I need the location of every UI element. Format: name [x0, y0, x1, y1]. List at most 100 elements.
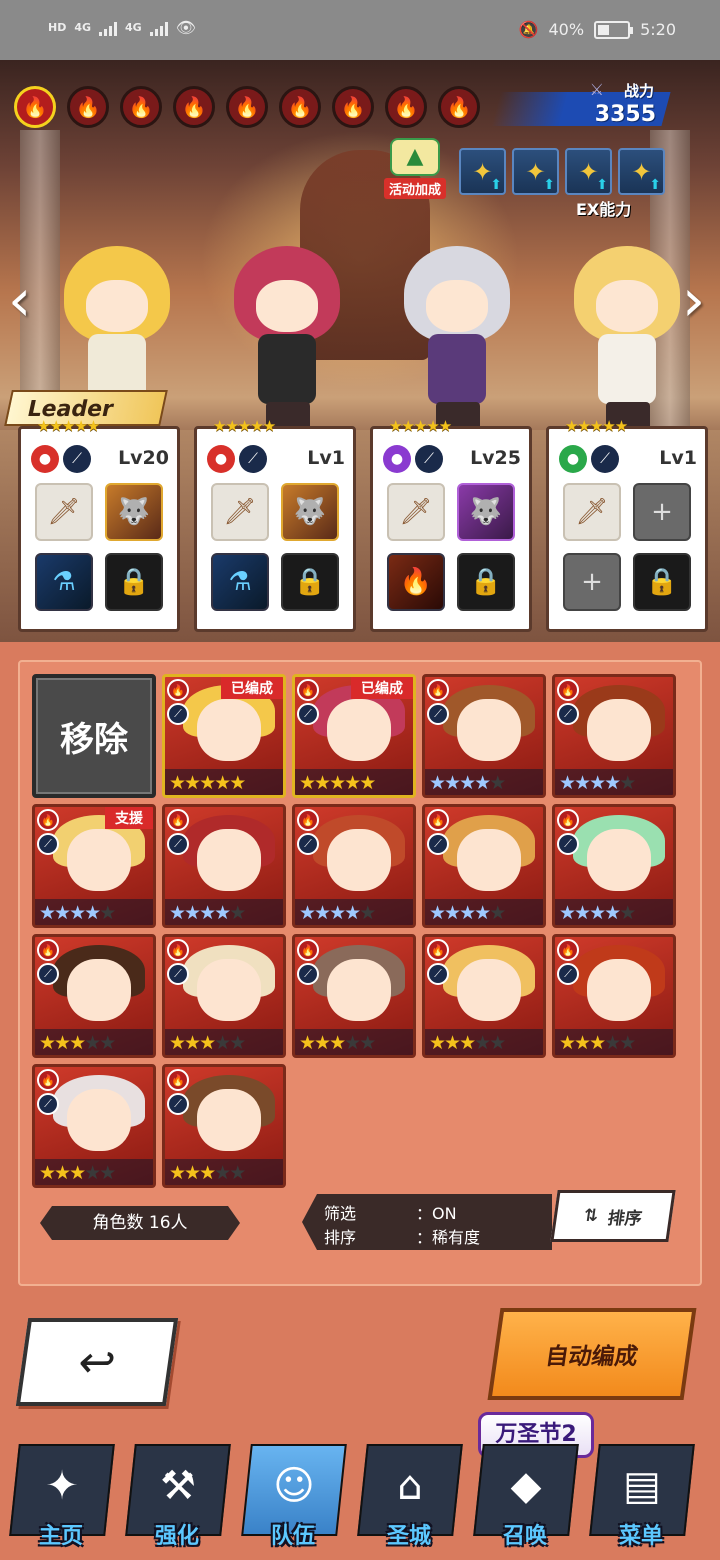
- roster-character-tile[interactable]: 🔥 ⟋ ★★★★★: [552, 674, 676, 798]
- empty-slot-add-icon[interactable]: +: [563, 553, 621, 611]
- event-bonus-icon: ▲: [390, 138, 440, 176]
- locked-slot-lock-icon[interactable]: 🔒: [633, 553, 691, 611]
- roster-character-tile[interactable]: 🔥 ⟋ 已编成 ★★★★★: [292, 674, 416, 798]
- fire-element-icon: 🔥: [167, 939, 189, 961]
- roster-character-tile[interactable]: 🔥 ⟋ ★★★★★: [292, 804, 416, 928]
- roster-character-tile[interactable]: 🔥 ⟋ ★★★★★: [552, 934, 676, 1058]
- star-icon: ★: [299, 902, 316, 924]
- sort-key: 排序: [324, 1228, 357, 1247]
- fire-element-icon[interactable]: 🔥: [279, 86, 321, 128]
- rarity-stars: ★★★★★: [429, 902, 506, 924]
- party-card-4[interactable]: ★★★★★ ● ⟋ Lv1 🗡 + + 🔒: [546, 417, 708, 632]
- element-filter-row: 🔥 🔥 🔥 🔥 🔥 🔥 🔥 🔥 🔥: [14, 86, 480, 128]
- ex-ability-slot[interactable]: ✦ ⬆: [565, 148, 612, 195]
- nav-item-label: 菜单: [618, 1524, 663, 1549]
- character-level: Lv25: [470, 447, 521, 469]
- roster-character-tile[interactable]: 🔥 ⟋ ★★★★★: [162, 934, 286, 1058]
- nav-item[interactable]: ⚒ 强化: [122, 1438, 232, 1556]
- nav-item[interactable]: ▤ 菜单: [586, 1438, 696, 1556]
- nav-item-label: 队伍: [270, 1524, 315, 1549]
- roster-character-tile[interactable]: 🔥 ⟋ ★★★★★: [422, 934, 546, 1058]
- filter-status-box[interactable]: 筛选 ：ON 排序 ：稀有度: [302, 1194, 552, 1250]
- portrait-face: [457, 699, 521, 761]
- item-slot[interactable]: ⚗: [35, 553, 93, 611]
- fire-element-icon[interactable]: 🔥: [120, 86, 162, 128]
- fire-element-icon: 🔥: [427, 809, 449, 831]
- star-icon: ★: [214, 902, 231, 924]
- auto-formation-button[interactable]: 自动编成: [487, 1308, 697, 1400]
- star-icon: ★: [199, 1162, 216, 1184]
- roster-character-tile[interactable]: 🔥 ⟋ ★★★★★: [552, 804, 676, 928]
- weapon-slot[interactable]: 🗡: [211, 483, 269, 541]
- star-icon: ★: [489, 902, 506, 924]
- star-icon: ★: [69, 1162, 86, 1184]
- weapon-slot[interactable]: 🗡: [563, 483, 621, 541]
- locked-slot-lock-icon[interactable]: 🔒: [281, 553, 339, 611]
- rarity-stars: ★★★★★: [559, 772, 636, 794]
- roster-character-tile[interactable]: 🔥 ⟋ ★★★★★: [162, 804, 286, 928]
- fire-element-icon[interactable]: 🔥: [385, 86, 427, 128]
- roster-character-tile[interactable]: 🔥 ⟋ ★★★★★: [162, 1064, 286, 1188]
- roster-character-tile[interactable]: 🔥 ⟋ ★★★★★: [32, 1064, 156, 1188]
- rarity-stars: ★★★★★: [169, 1032, 246, 1054]
- ex-ability-slot[interactable]: ✦ ⬆: [459, 148, 506, 195]
- event-bonus-button[interactable]: ▲ 活动加成: [378, 138, 452, 200]
- back-button[interactable]: ↩: [15, 1318, 179, 1406]
- star-icon: ★: [84, 1032, 101, 1054]
- nav-item[interactable]: ☺ 队伍: [238, 1438, 348, 1556]
- fire-element-icon[interactable]: 🔥: [226, 86, 268, 128]
- portrait-face: [67, 829, 131, 891]
- roster-character-tile[interactable]: 🔥 ⟋ ★★★★★: [422, 804, 546, 928]
- item-slot[interactable]: 🔥: [387, 553, 445, 611]
- locked-slot-lock-icon[interactable]: 🔒: [105, 553, 163, 611]
- battery-icon: [594, 20, 634, 39]
- fire-element-icon[interactable]: 🔥: [14, 86, 56, 128]
- nav-item[interactable]: ◆ 召唤: [470, 1438, 580, 1556]
- portrait-face: [457, 959, 521, 1021]
- roster-character-tile[interactable]: 🔥 ⟋ 已编成 ★★★★★: [162, 674, 286, 798]
- fire-element-icon: 🔥: [427, 939, 449, 961]
- roster-character-tile[interactable]: 🔥 ⟋ ★★★★★: [292, 934, 416, 1058]
- roster-character-tile[interactable]: 🔥 ⟋ ★★★★★: [422, 674, 546, 798]
- prev-party-arrow-icon[interactable]: ‹: [8, 260, 38, 340]
- roster-character-tile[interactable]: 🔥 ⟋ 支援 ★★★★★: [32, 804, 156, 928]
- roster-character-tile[interactable]: 🔥 ⟋ ★★★★★: [32, 934, 156, 1058]
- star-icon: ★: [84, 902, 101, 924]
- party-card-1[interactable]: ★★★★★ ● ⟋ Lv20 🗡 🐺 ⚗ 🔒: [18, 417, 180, 632]
- star-icon: ★: [199, 772, 216, 794]
- party-card-3[interactable]: ★★★★★ ● ⟋ Lv25 🗡 🐺 🔥 🔒: [370, 417, 532, 632]
- battle-power: ⚔ 战力 3355: [436, 78, 671, 134]
- star-icon: ★: [214, 1032, 231, 1054]
- nav-item[interactable]: ⌂ 圣城: [354, 1438, 464, 1556]
- unison-portrait-slot[interactable]: 🐺: [281, 483, 339, 541]
- ex-ability-slot[interactable]: ✦ ⬆: [618, 148, 665, 195]
- unison-portrait-slot[interactable]: 🐺: [457, 483, 515, 541]
- rarity-stars: ★★★★★: [213, 417, 276, 435]
- fire-element-icon[interactable]: 🔥: [67, 86, 109, 128]
- weapon-slot[interactable]: 🗡: [35, 483, 93, 541]
- item-slot[interactable]: ⚗: [211, 553, 269, 611]
- party-card-2[interactable]: ★★★★★ ● ⟋ Lv1 🗡 🐺 ⚗ 🔒: [194, 417, 356, 632]
- fire-element-icon[interactable]: 🔥: [332, 86, 374, 128]
- star-icon: ★: [99, 1162, 116, 1184]
- rarity-stars: ★★★★★: [299, 902, 376, 924]
- fire-element-icon[interactable]: 🔥: [173, 86, 215, 128]
- star-icon: ★: [169, 772, 186, 794]
- bottom-nav: ✦ 主页 ⚒ 强化 ☺ 队伍 ⌂ 圣城 ◆ 召唤 ▤ 菜单: [0, 1438, 720, 1560]
- portrait-face: [587, 959, 651, 1021]
- locked-slot-lock-icon[interactable]: 🔒: [457, 553, 515, 611]
- ex-ability-slot[interactable]: ✦ ⬆: [512, 148, 559, 195]
- star-icon: ★: [344, 772, 361, 794]
- crystal-icon: ◆: [510, 1463, 542, 1509]
- fire-element-icon: 🔥: [167, 809, 189, 831]
- nav-item[interactable]: ✦ 主页: [6, 1438, 116, 1556]
- star-icon: ★: [169, 902, 186, 924]
- sort-button[interactable]: ⇅ 排序: [550, 1190, 676, 1242]
- weapon-slot[interactable]: 🗡: [387, 483, 445, 541]
- weapon-type-icon: ⟋: [557, 703, 579, 725]
- star-icon: ★: [39, 1032, 56, 1054]
- remove-button[interactable]: 移除: [32, 674, 156, 798]
- unison-portrait-slot[interactable]: 🐺: [105, 483, 163, 541]
- star-icon: ★: [429, 902, 446, 924]
- empty-slot-add-icon[interactable]: +: [633, 483, 691, 541]
